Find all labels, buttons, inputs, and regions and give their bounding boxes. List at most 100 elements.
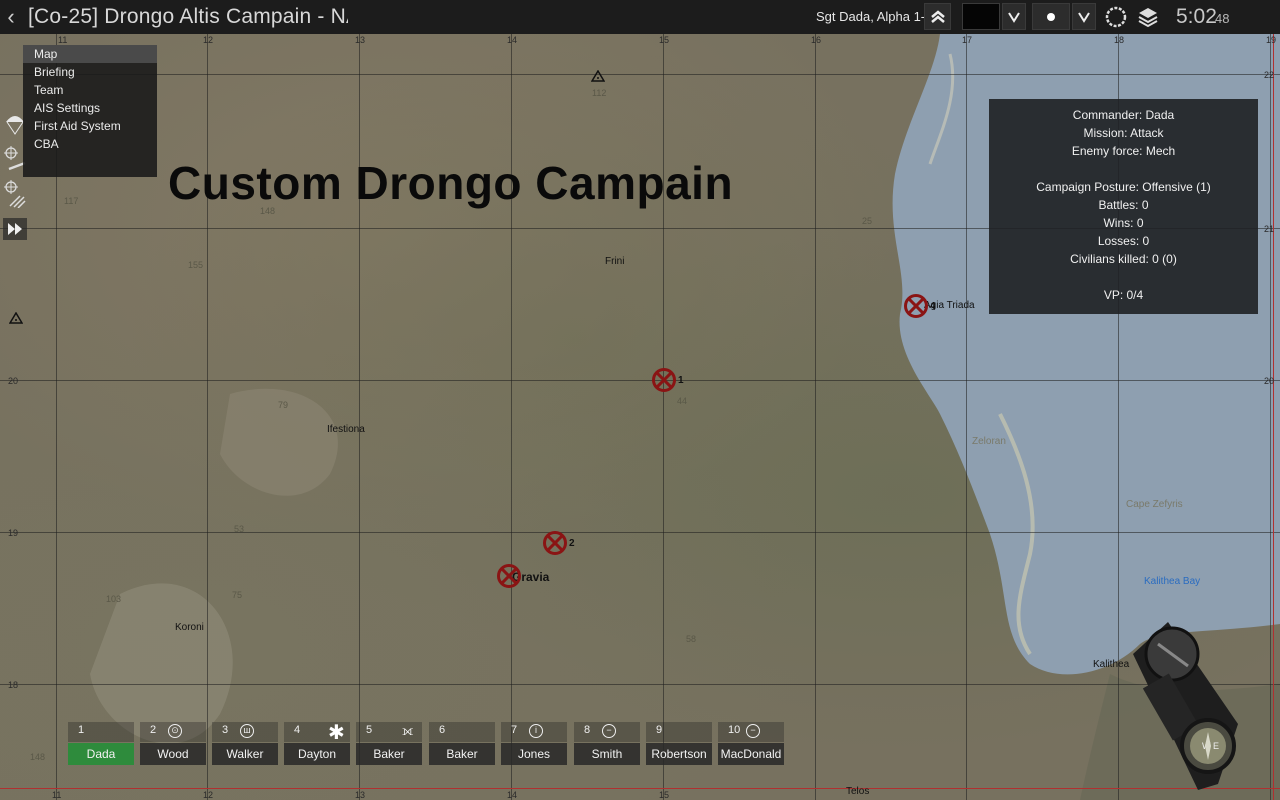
minus-icon: − bbox=[746, 724, 760, 738]
squad-member[interactable]: 2 ⊙ Wood bbox=[140, 722, 206, 766]
squad-member[interactable]: 9 Robertson bbox=[646, 722, 712, 766]
squad-member-number: 7 bbox=[511, 724, 518, 736]
back-chevron-icon[interactable]: ‹ bbox=[0, 4, 22, 30]
grid-label-y: 21 bbox=[1264, 224, 1275, 234]
squad-member-number: 10 bbox=[728, 724, 741, 736]
grid-label-x: 19 bbox=[1266, 35, 1277, 45]
objective-marker[interactable] bbox=[543, 531, 567, 555]
top-bar: ‹ [Co-25] Drongo Altis Campain - NAT Sgt… bbox=[0, 0, 1280, 34]
elevation-label: 79 bbox=[278, 400, 289, 410]
elevation-label: 112 bbox=[592, 88, 607, 98]
marker-dot-button[interactable] bbox=[1032, 3, 1070, 30]
squad-member[interactable]: 8 − Smith bbox=[574, 722, 640, 766]
landmark-triangle-icon bbox=[9, 312, 23, 324]
minus-icon: − bbox=[602, 724, 616, 738]
squad-member-name: Smith bbox=[574, 743, 640, 765]
town-label: Frini bbox=[605, 256, 625, 267]
medic-icon: ✱ bbox=[328, 722, 345, 744]
objective-marker-label: 4 bbox=[930, 301, 936, 312]
info-icon: i bbox=[529, 724, 543, 738]
objective-marker[interactable] bbox=[904, 294, 928, 318]
squad-member-name: Baker bbox=[356, 743, 422, 765]
clock-time: 5:02 bbox=[1176, 5, 1217, 28]
grid-label-y: 20 bbox=[1264, 376, 1275, 386]
victory-points-text: VP: 0/4 bbox=[1103, 288, 1144, 302]
squad-member-number: 3 bbox=[222, 724, 229, 736]
grid-label-y: 22 bbox=[1264, 70, 1275, 80]
squad-member[interactable]: 5 ⟗ Baker bbox=[356, 722, 422, 766]
color-swatch-button[interactable] bbox=[962, 3, 1000, 30]
squad-member[interactable]: 4 ✱ Dayton bbox=[284, 722, 350, 766]
elevation-label: 58 bbox=[686, 634, 697, 644]
grid-label-x: 12 bbox=[203, 35, 214, 45]
squad-member-number: 1 bbox=[78, 724, 85, 736]
squad-member-name: MacDonald bbox=[718, 743, 784, 765]
grid-label-y: 18 bbox=[8, 680, 19, 690]
squad-member-number: 9 bbox=[656, 724, 663, 736]
grid-label-x: 15 bbox=[659, 790, 670, 800]
elevation-label: 75 bbox=[232, 590, 243, 600]
mission-title: [Co-25] Drongo Altis Campain - NAT bbox=[28, 5, 348, 28]
grid-label-x: 14 bbox=[507, 790, 518, 800]
squad-member[interactable]: 1 Dada bbox=[68, 722, 134, 766]
landmark-triangle-icon bbox=[591, 70, 605, 82]
elevation-label: 44 bbox=[677, 396, 688, 406]
grid-label-x: 14 bbox=[507, 35, 518, 45]
objective-marker-label: 1 bbox=[678, 375, 684, 386]
town-label: Koroni bbox=[175, 622, 204, 633]
engineer-icon: ⟗ bbox=[402, 723, 414, 738]
town-label: Kalithea bbox=[1093, 659, 1130, 670]
grid-label-x: 18 bbox=[1114, 35, 1125, 45]
menu-item-cba[interactable]: CBA bbox=[23, 135, 157, 153]
elevation-label: 103 bbox=[106, 594, 122, 604]
squad-member-number: 8 bbox=[584, 724, 591, 736]
elevation-label: 117 bbox=[64, 196, 79, 206]
campaign-info-panel: Commander: Dada Mission: Attack Enemy fo… bbox=[989, 99, 1258, 314]
menu-item-map[interactable]: Map bbox=[23, 45, 157, 63]
mission-text: Mission: Attack bbox=[1083, 126, 1164, 140]
town-label: Zeloran bbox=[972, 436, 1006, 447]
grid-label-y: 19 bbox=[8, 528, 19, 538]
fast-forward-icon[interactable] bbox=[3, 218, 27, 240]
ammo-icon[interactable] bbox=[8, 194, 26, 211]
grid-label-x: 15 bbox=[659, 35, 670, 45]
squad-member-name: Jones bbox=[501, 743, 567, 765]
menu-item-briefing[interactable]: Briefing bbox=[23, 63, 157, 81]
objective-marker-label: 3 bbox=[513, 571, 519, 582]
objective-marker[interactable] bbox=[652, 368, 676, 392]
squad-member[interactable]: 6 Baker bbox=[429, 722, 495, 766]
grid-label-x: 13 bbox=[355, 35, 366, 45]
grid-label-x: 11 bbox=[58, 35, 68, 45]
chevron-down-icon[interactable] bbox=[1072, 3, 1096, 30]
elevation-label: 155 bbox=[188, 260, 204, 270]
grid-label-x: 12 bbox=[203, 790, 214, 800]
objective-marker-label: 2 bbox=[569, 538, 575, 549]
menu-item-team[interactable]: Team bbox=[23, 81, 157, 99]
squad-member[interactable]: 10 − MacDonald bbox=[718, 722, 784, 766]
squad-member-number: 2 bbox=[150, 724, 157, 736]
menu-item-first-aid[interactable]: First Aid System bbox=[23, 117, 157, 135]
grid-label-x: 17 bbox=[962, 35, 973, 45]
rank-chevrons-icon[interactable] bbox=[924, 3, 951, 30]
grid-label-x: 11 bbox=[52, 790, 62, 800]
compass-icon[interactable]: W E bbox=[1128, 614, 1258, 794]
squad-member-name: Robertson bbox=[646, 743, 712, 765]
grid-label-x: 16 bbox=[811, 35, 822, 45]
squad-member[interactable]: 3 ш Walker bbox=[212, 722, 278, 766]
bay-label: Kalithea Bay bbox=[1144, 576, 1201, 587]
squad-member[interactable]: 7 i Jones bbox=[501, 722, 567, 766]
commander-text: Commander: Dada bbox=[1072, 108, 1175, 122]
layers-icon[interactable] bbox=[1136, 5, 1160, 34]
squad-member-name: Wood bbox=[140, 743, 206, 765]
gps-ring-icon[interactable] bbox=[1104, 5, 1128, 34]
town-label: Cape Zefyris bbox=[1126, 499, 1183, 510]
town-label: Ifestiona bbox=[327, 424, 365, 435]
menu-item-ais-settings[interactable]: AIS Settings bbox=[23, 99, 157, 117]
battles-text: Battles: 0 bbox=[1098, 198, 1149, 212]
overlay-title: Custom Drongo Campain bbox=[168, 157, 734, 209]
squad-member-name: Dada bbox=[68, 743, 134, 765]
chevron-down-icon[interactable] bbox=[1002, 3, 1026, 30]
squad-member-name: Dayton bbox=[284, 743, 350, 765]
squad-member-name: Baker bbox=[429, 743, 495, 765]
losses-text: Losses: 0 bbox=[1097, 234, 1150, 248]
